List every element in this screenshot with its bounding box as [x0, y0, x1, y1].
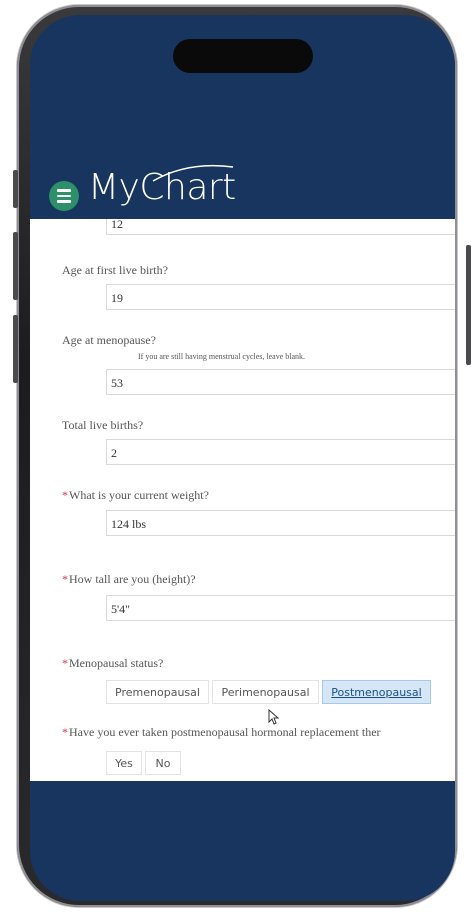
- question-label: *Menopausal status?: [62, 656, 164, 670]
- current-weight-input[interactable]: 124 lbs: [106, 510, 455, 536]
- phone-power-button: [466, 245, 471, 365]
- logo-swoosh-icon: [152, 164, 234, 182]
- phone-action-button: [13, 170, 18, 208]
- required-marker: *: [62, 488, 68, 502]
- mouse-pointer-icon: [268, 709, 280, 725]
- required-marker: *: [62, 572, 68, 586]
- hamburger-menu-icon[interactable]: [49, 181, 79, 211]
- dynamic-island: [173, 39, 313, 73]
- option-premenopausal[interactable]: Premenopausal: [106, 680, 209, 704]
- age-first-birth-input[interactable]: 19: [106, 284, 455, 310]
- option-yes[interactable]: Yes: [106, 751, 142, 775]
- age-menopause-input[interactable]: 53: [106, 369, 455, 395]
- question-label: Age at menopause?: [62, 333, 156, 347]
- option-perimenopausal[interactable]: Perimenopausal: [212, 680, 319, 704]
- previous-answer-field[interactable]: 12: [106, 219, 455, 235]
- option-no[interactable]: No: [145, 751, 181, 775]
- required-marker: *: [62, 656, 68, 670]
- question-label: *Have you ever taken postmenopausal horm…: [62, 725, 381, 739]
- option-postmenopausal[interactable]: Postmenopausal: [322, 680, 431, 704]
- phone-volume-down-button: [13, 315, 18, 383]
- question-hint: If you are still having menstrual cycles…: [138, 352, 306, 361]
- question-label: *What is your current weight?: [62, 488, 209, 502]
- phone-screen: MyChart 12 Age at first live birth? 19 A…: [30, 15, 455, 901]
- question-label: Age at first live birth?: [62, 263, 168, 277]
- app-header: MyChart: [30, 155, 455, 219]
- questionnaire-form: 12 Age at first live birth? 19 Age at me…: [30, 219, 455, 781]
- question-label: *How tall are you (height)?: [62, 572, 196, 586]
- required-marker: *: [62, 725, 68, 739]
- height-input[interactable]: 5'4": [106, 595, 455, 621]
- question-label: Total live births?: [62, 418, 144, 432]
- phone-volume-up-button: [13, 232, 18, 300]
- total-live-births-input[interactable]: 2: [106, 439, 455, 465]
